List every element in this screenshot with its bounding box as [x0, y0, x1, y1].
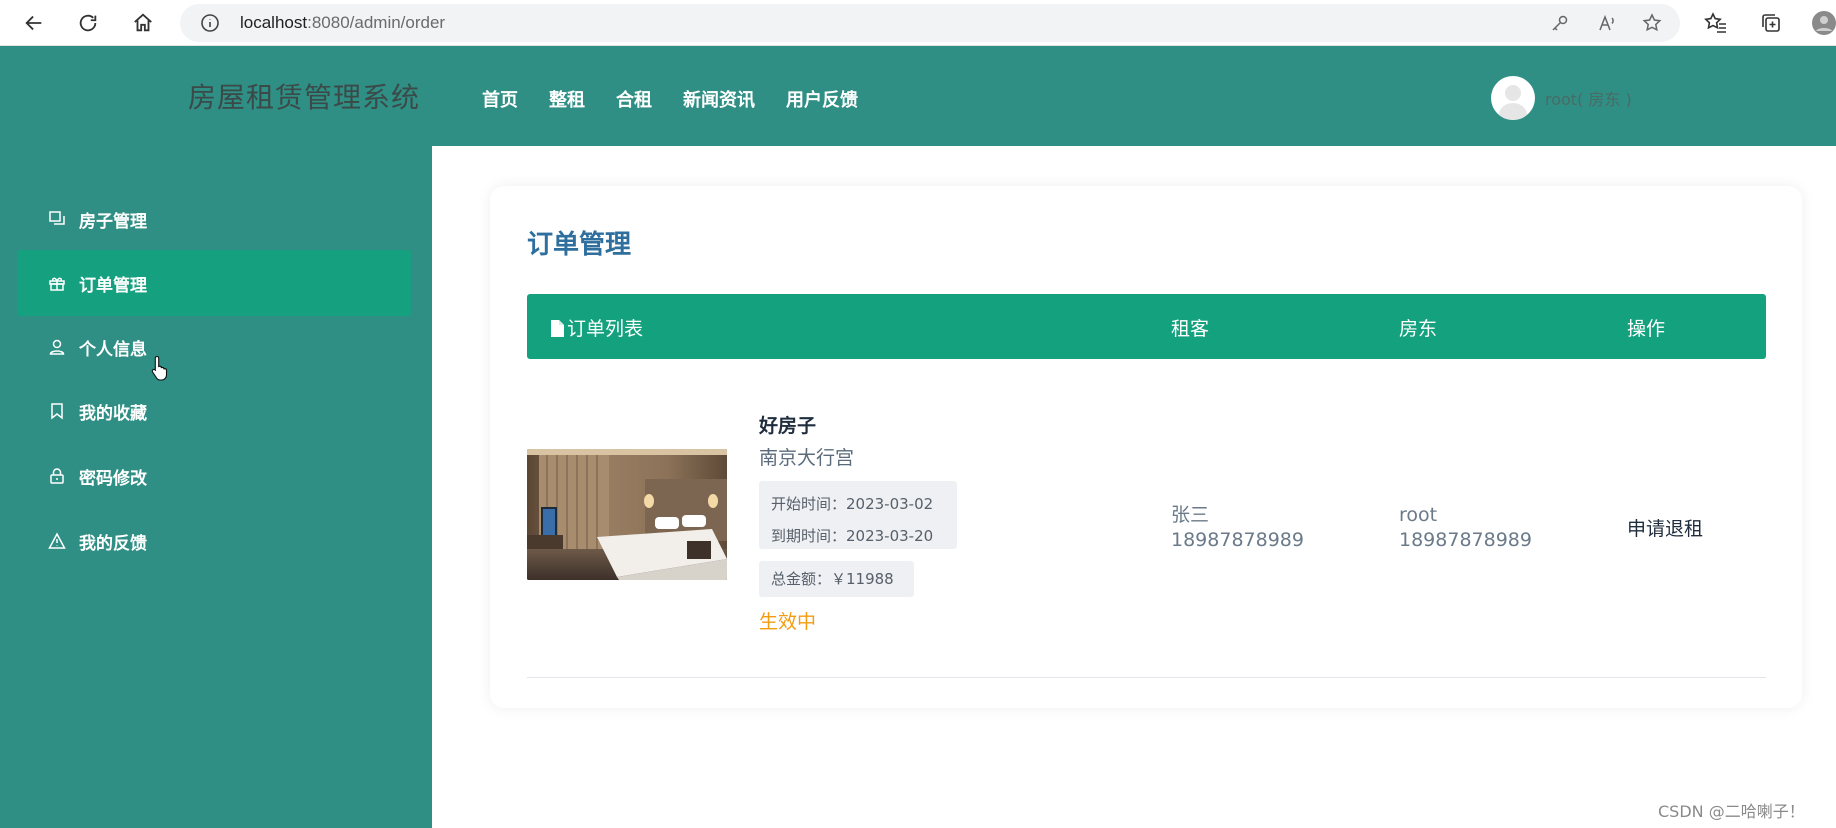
- address-bar[interactable]: localhost:8080/admin/order: [180, 4, 1680, 42]
- top-nav: 首页 整租 合租 新闻资讯 用户反馈: [482, 86, 858, 112]
- end-date: 到期时间：2023-03-20: [771, 527, 934, 545]
- sidebar-item-label: 我的收藏: [79, 403, 147, 424]
- sidebar-item-label: 我的反馈: [79, 533, 147, 554]
- sidebar-item-label: 订单管理: [79, 275, 147, 296]
- column-landlord: 房东: [1399, 318, 1438, 340]
- sidebar-item-label: 个人信息: [79, 339, 147, 360]
- sidebar-item-label: 密码修改: [79, 468, 147, 489]
- back-icon[interactable]: [17, 6, 51, 40]
- nav-feedback[interactable]: 用户反馈: [786, 86, 858, 112]
- apply-checkout-button[interactable]: 申请退租: [1627, 514, 1703, 541]
- sidebar-item-favorites[interactable]: 我的收藏: [17, 378, 411, 444]
- favorites-icon[interactable]: [1704, 11, 1728, 35]
- refresh-icon[interactable]: [71, 6, 105, 40]
- file-icon: [551, 320, 564, 337]
- nav-home[interactable]: 首页: [482, 86, 518, 112]
- house-title[interactable]: 好房子: [759, 411, 816, 438]
- sidebar-item-label: 房子管理: [79, 211, 147, 232]
- copy-icon: [47, 209, 67, 229]
- sidebar-item-order-management[interactable]: 订单管理: [17, 250, 411, 316]
- tenant-info: 张三 18987878989: [1171, 503, 1304, 553]
- column-action: 操作: [1627, 318, 1666, 340]
- user-menu[interactable]: root( 房东 ): [1491, 76, 1632, 120]
- browser-toolbar: localhost:8080/admin/order: [0, 0, 1836, 46]
- add-favorite-icon[interactable]: [1642, 13, 1662, 33]
- key-icon[interactable]: [1550, 13, 1570, 33]
- table-row: 好房子 南京大行宫 开始时间：2023-03-02 到期时间：2023-03-2…: [527, 406, 1766, 678]
- house-address: 南京大行宫: [759, 447, 855, 469]
- sidebar-item-my-feedback[interactable]: 我的反馈: [17, 508, 411, 574]
- info-icon[interactable]: [200, 13, 220, 33]
- sidebar-item-house-management[interactable]: 房子管理: [17, 186, 411, 252]
- status-badge: 生效中: [759, 611, 817, 633]
- user-name[interactable]: root( 房东 ): [1545, 86, 1632, 110]
- rental-period: 开始时间：2023-03-02 到期时间：2023-03-20: [759, 481, 957, 549]
- home-icon[interactable]: [126, 6, 160, 40]
- sidebar: 房子管理 订单管理 个人信息 我的收藏 密码修改 我的反馈: [0, 146, 432, 828]
- bookmark-icon: [47, 401, 67, 421]
- url-text[interactable]: localhost:8080/admin/order: [240, 13, 445, 33]
- landlord-phone: 18987878989: [1399, 529, 1532, 551]
- tenant-name: 张三: [1171, 504, 1210, 526]
- nav-news[interactable]: 新闻资讯: [683, 86, 755, 112]
- column-tenant: 租客: [1171, 318, 1210, 340]
- collections-icon[interactable]: [1759, 11, 1783, 35]
- landlord-info: root 18987878989: [1399, 503, 1532, 553]
- mouse-cursor-icon: [151, 355, 168, 381]
- table-header: 订单列表 租客 房东 操作: [527, 294, 1766, 359]
- user-icon: [47, 337, 67, 357]
- profile-icon[interactable]: [1812, 11, 1836, 35]
- read-aloud-icon[interactable]: [1597, 13, 1617, 33]
- start-date: 开始时间：2023-03-02: [771, 495, 934, 513]
- gift-icon: [47, 273, 67, 293]
- warning-icon: [47, 531, 67, 551]
- tenant-phone: 18987878989: [1171, 529, 1304, 551]
- lock-icon: [47, 466, 67, 486]
- landlord-name: root: [1399, 504, 1438, 526]
- page-title: 订单管理: [527, 230, 632, 260]
- avatar[interactable]: [1491, 76, 1535, 120]
- nav-shared-rent[interactable]: 合租: [616, 86, 652, 112]
- house-image[interactable]: [527, 449, 727, 580]
- total-amount: 总金额：￥11988: [759, 561, 914, 597]
- site-logo[interactable]: 房屋租赁管理系统: [188, 76, 420, 116]
- nav-whole-rent[interactable]: 整租: [549, 86, 585, 112]
- app-header: 房屋租赁管理系统 首页 整租 合租 新闻资讯 用户反馈 root( 房东 ): [0, 46, 1836, 146]
- column-order-list: 订单列表: [550, 314, 643, 341]
- watermark: CSDN @二哈喇子！: [1658, 802, 1805, 821]
- order-card: 订单管理 订单列表 租客 房东 操作 好房子 南京大行宫 开始时间：2023-0…: [490, 186, 1802, 708]
- sidebar-item-profile[interactable]: 个人信息: [17, 314, 411, 380]
- sidebar-item-password[interactable]: 密码修改: [17, 443, 411, 509]
